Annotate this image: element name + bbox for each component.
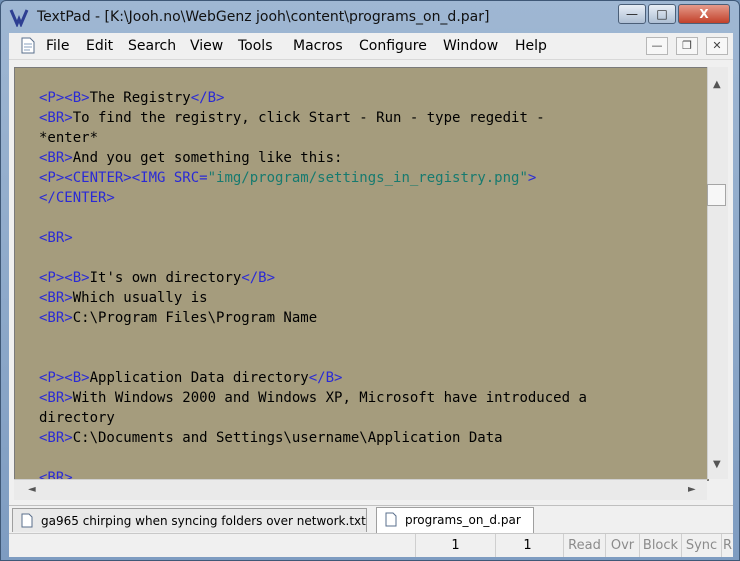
editor-line[interactable]: <BR>	[39, 230, 73, 246]
title-bar[interactable]: TextPad - [K:\Jooh.no\WebGenz jooh\conte…	[1, 1, 739, 33]
window-title: TextPad - [K:\Jooh.no\WebGenz jooh\conte…	[37, 9, 490, 25]
editor-line[interactable]: <BR>To find the registry, click Start - …	[39, 110, 545, 126]
editor-line[interactable]: <P><B>Application Data directory</B>	[39, 370, 342, 386]
menu-window[interactable]: Window	[443, 38, 498, 54]
vertical-scrollbar[interactable]: ▲ ▼	[707, 67, 728, 479]
scroll-up-arrow-icon[interactable]: ▲	[713, 79, 721, 90]
minimize-button[interactable]: —	[618, 4, 646, 24]
editor-line[interactable]: <BR>And you get something like this:	[39, 150, 342, 166]
menu-bar: File Edit Search View Tools Macros Confi…	[9, 33, 733, 60]
status-block: Block	[639, 534, 681, 557]
editor-line[interactable]: <BR>With Windows 2000 and Windows XP, Mi…	[39, 390, 587, 406]
menu-search[interactable]: Search	[128, 38, 176, 54]
textpad-app-icon[interactable]	[9, 7, 29, 27]
tab-ga965-chirping[interactable]: ga965 chirping when syncing folders over…	[12, 508, 367, 532]
app-window: TextPad - [K:\Jooh.no\WebGenz jooh\conte…	[0, 0, 740, 561]
document-tabs: ga965 chirping when syncing folders over…	[9, 505, 733, 534]
editor-line[interactable]: *enter*	[39, 130, 98, 146]
status-overwrite: Ovr	[605, 534, 639, 557]
document-icon[interactable]	[21, 37, 35, 54]
status-bar: 1 1 Read Ovr Block Sync R	[9, 533, 733, 557]
maximize-button[interactable]: □	[648, 4, 676, 24]
status-line-number: 1	[415, 534, 495, 557]
document-close-button[interactable]: ✕	[706, 37, 728, 55]
text-editor[interactable]: <P><B>The Registry</B> <BR>To find the r…	[14, 67, 709, 481]
status-read: Read	[563, 534, 605, 557]
text-file-icon	[385, 512, 397, 527]
close-button[interactable]: X	[678, 4, 730, 24]
editor-line[interactable]: <BR>Which usually is	[39, 290, 208, 306]
status-record: R	[721, 534, 733, 557]
vertical-scroll-thumb[interactable]	[707, 184, 726, 206]
status-column-number: 1	[495, 534, 559, 557]
tab-label: programs_on_d.par	[405, 513, 521, 527]
tab-label: ga965 chirping when syncing folders over…	[41, 514, 366, 528]
document-restore-button[interactable]: ❐	[676, 37, 698, 55]
document-minimize-button[interactable]: —	[646, 37, 668, 55]
editor-line[interactable]: </CENTER>	[39, 190, 115, 206]
menu-help[interactable]: Help	[515, 38, 547, 54]
tab-programs-on-d[interactable]: programs_on_d.par	[376, 507, 534, 534]
editor-line[interactable]: <BR>C:\Program Files\Program Name	[39, 310, 317, 326]
editor-line[interactable]: <P><B>It's own directory</B>	[39, 270, 275, 286]
scroll-right-arrow-icon[interactable]: ►	[688, 484, 696, 495]
menu-configure[interactable]: Configure	[359, 38, 427, 54]
menu-macros[interactable]: Macros	[293, 38, 343, 54]
menu-view[interactable]: View	[190, 38, 223, 54]
editor-line[interactable]: <P><B>The Registry</B>	[39, 90, 224, 106]
menu-tools[interactable]: Tools	[238, 38, 273, 54]
horizontal-scrollbar[interactable]: ◄ ►	[14, 479, 707, 500]
scroll-left-arrow-icon[interactable]: ◄	[28, 484, 36, 495]
client-area: File Edit Search View Tools Macros Confi…	[9, 33, 733, 557]
status-sync: Sync	[681, 534, 721, 557]
editor-content[interactable]: <P><B>The Registry</B> <BR>To find the r…	[39, 88, 587, 480]
scroll-down-arrow-icon[interactable]: ▼	[713, 459, 721, 470]
menu-file[interactable]: File	[46, 38, 69, 54]
editor-line[interactable]: <P><CENTER><IMG SRC="img/program/setting…	[39, 170, 536, 186]
menu-edit[interactable]: Edit	[86, 38, 113, 54]
text-file-icon	[21, 513, 33, 528]
editor-line[interactable]: directory	[39, 410, 115, 426]
editor-line[interactable]: <BR>C:\Documents and Settings\username\A…	[39, 430, 503, 446]
